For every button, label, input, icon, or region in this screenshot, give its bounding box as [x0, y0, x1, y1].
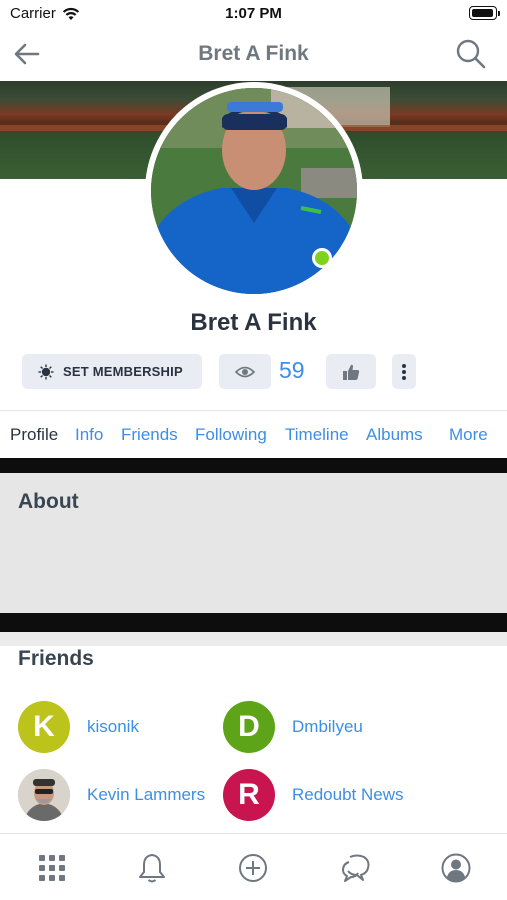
friend-name: Kevin Lammers [87, 785, 206, 804]
online-status-indicator [312, 248, 332, 268]
about-section: About [0, 473, 507, 613]
page-title: Bret A Fink [198, 42, 309, 65]
view-count: 59 [279, 357, 305, 383]
tab-more[interactable]: More [449, 425, 488, 445]
tab-profile[interactable]: Profile [10, 425, 58, 445]
views-button[interactable] [219, 354, 271, 389]
tab-albums[interactable]: Albums [366, 425, 423, 445]
plus-circle-icon[interactable] [237, 852, 269, 884]
tab-timeline[interactable]: Timeline [285, 425, 349, 445]
section-divider [0, 613, 507, 632]
status-bar: Carrier 1:07 PM [0, 0, 507, 28]
friends-heading: Friends [18, 647, 94, 670]
section-spacer [0, 632, 507, 646]
navigation-bar: Bret A Fink [0, 28, 507, 80]
avatar: K [18, 701, 70, 753]
profile-screen: Carrier 1:07 PM Bret A Fink Bret A Fink … [0, 0, 507, 900]
friend-name: Dmbilyeu [292, 717, 363, 736]
avatar: D [223, 701, 275, 753]
battery-icon [469, 6, 500, 20]
profile-tab-bar: Profile Info Friends Following Timeline … [0, 410, 507, 458]
like-button[interactable] [326, 354, 376, 389]
bottom-tab-bar [0, 833, 507, 900]
friend-name: Redoubt News [292, 785, 404, 804]
set-membership-label: SET MEMBERSHIP [63, 364, 183, 379]
account-icon[interactable] [440, 852, 472, 884]
set-membership-button[interactable]: SET MEMBERSHIP [22, 354, 202, 389]
search-icon[interactable] [455, 38, 487, 70]
more-options-button[interactable] [392, 354, 416, 389]
badge-icon [38, 364, 54, 379]
profile-avatar[interactable] [145, 82, 363, 300]
friend-item[interactable]: K kisonik [18, 701, 139, 753]
tab-info[interactable]: Info [75, 425, 103, 445]
profile-name: Bret A Fink [190, 309, 317, 336]
thumbs-up-icon [343, 364, 360, 380]
avatar-photo [18, 769, 70, 821]
friend-item[interactable]: R Redoubt News [223, 769, 404, 821]
avatar [18, 769, 70, 821]
tab-friends[interactable]: Friends [121, 425, 178, 445]
chat-bubbles-icon[interactable] [339, 852, 371, 884]
tab-following[interactable]: Following [195, 425, 267, 445]
eye-icon [235, 366, 255, 377]
friend-item[interactable]: D Dmbilyeu [223, 701, 363, 753]
avatar: R [223, 769, 275, 821]
friend-item[interactable]: Kevin Lammers [18, 769, 205, 821]
more-vertical-icon [402, 363, 406, 380]
clock: 1:07 PM [225, 5, 282, 22]
grid-icon[interactable] [36, 852, 68, 884]
friend-name: kisonik [87, 717, 139, 736]
bell-icon[interactable] [136, 852, 168, 884]
section-divider [0, 458, 507, 473]
about-heading: About [18, 490, 79, 513]
